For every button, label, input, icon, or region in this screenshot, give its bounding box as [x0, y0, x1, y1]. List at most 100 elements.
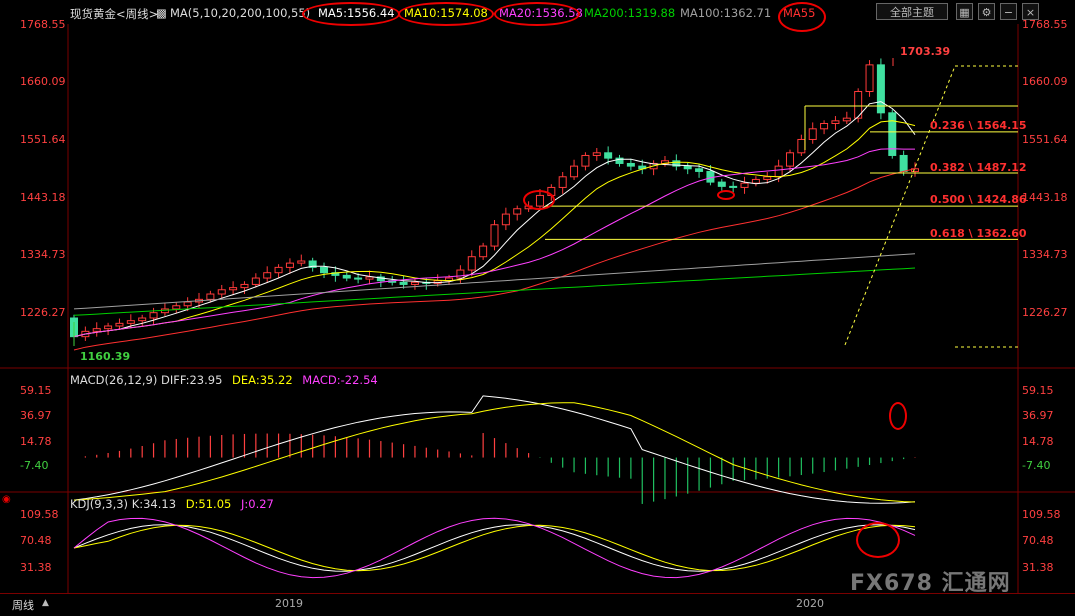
macd-legend: MACD(26,12,9) DIFF:23.95 DEA:35.22 MACD:… [70, 373, 378, 387]
candle-body [342, 274, 351, 279]
kdj-axis-left-3: 31.38 [20, 561, 52, 574]
macd-axis-left-2: 36.97 [20, 409, 52, 422]
candle-body [899, 154, 908, 172]
candlesticks [70, 58, 919, 341]
macd-axis-left-3: 14.78 [20, 435, 52, 448]
macd-axis-left-4: -7.40 [20, 459, 49, 472]
candle-body [706, 170, 715, 183]
macd-pane [73, 395, 916, 504]
candle-body [695, 168, 704, 172]
candle-body [513, 208, 522, 215]
candle-body [240, 283, 249, 289]
candle-body [365, 276, 374, 280]
candle-body [820, 122, 829, 130]
candle-body [570, 165, 579, 178]
candle-body [104, 325, 113, 330]
candle-body [558, 176, 567, 188]
candle-body [172, 305, 181, 310]
fib-0236-label: 0.236 \ 1564.15 [930, 119, 1027, 132]
candle-body [581, 154, 590, 167]
kdj-j: J:0.27 [241, 497, 274, 511]
kdj-label: KDJ(9,3,3) [70, 497, 129, 511]
marker-icon: ◉ [2, 494, 11, 505]
highlight-circle-candle [523, 190, 555, 210]
macd-axis-left-1: 59.15 [20, 384, 52, 397]
macd-diff: DIFF:23.95 [161, 373, 223, 387]
candle-body [865, 64, 874, 93]
candle-body [183, 301, 192, 307]
candle-body [126, 320, 135, 324]
high-label: 1703.39 [900, 45, 950, 58]
candle-body [683, 165, 692, 170]
candle-body [251, 277, 260, 285]
low-label: 1160.39 [80, 350, 130, 363]
x-label-2019: 2019 [275, 597, 303, 610]
candle-body [592, 152, 601, 156]
fib-0382-label: 0.382 \ 1487.12 [930, 161, 1027, 174]
candle-body [206, 293, 215, 300]
candle-body [604, 152, 613, 159]
kdj-pane [73, 517, 916, 579]
chart-svg: 1703.39 1160.39 0.236 \ 1564.15 0.382 \ … [0, 24, 1075, 593]
candle-body [320, 266, 329, 274]
highlight-circle-macd [889, 402, 907, 430]
candle-body [842, 117, 851, 122]
candle-body [115, 322, 124, 327]
candle-body [763, 176, 772, 180]
macd-label: MACD(26,12,9) [70, 373, 158, 387]
candle-body [774, 165, 783, 178]
candle-body [297, 260, 306, 264]
chart-stage: 现货黄金<周线> ▩ MA(5,10,20,200,100,55) MA5:15… [0, 0, 1075, 615]
period-label[interactable]: 周线 [12, 597, 34, 613]
highlight-circle-ma5 [302, 2, 400, 26]
kdj-legend: KDJ(9,3,3) K:34.13 D:51.05 J:0.27 [70, 497, 274, 511]
candle-body [274, 266, 283, 274]
kdj-axis-left-2: 70.48 [20, 534, 52, 547]
candle-body [785, 152, 794, 167]
ma200-line [73, 267, 916, 316]
kdj-axis-right-2: 70.48 [1022, 534, 1054, 547]
candle-body [285, 262, 294, 268]
ma100-line [73, 253, 916, 310]
candle-body [729, 185, 738, 188]
candle-body [354, 277, 363, 280]
kdj-k: K:34.13 [131, 497, 177, 511]
kdj-axis-left-1: 109.58 [20, 508, 59, 521]
highlight-circle-ma20 [494, 2, 580, 26]
candle-body [626, 162, 635, 167]
footer-bar: 周线 ▲ [0, 593, 1075, 616]
candle-body [501, 213, 510, 226]
macd-axis-right-3: 14.78 [1022, 435, 1054, 448]
macd-axis-right-2: 36.97 [1022, 409, 1054, 422]
x-label-2020: 2020 [796, 597, 824, 610]
highlight-circle-low [717, 190, 735, 200]
period-dropdown-icon[interactable]: ▲ [42, 598, 49, 608]
candle-body [229, 287, 238, 291]
candle-body [751, 178, 760, 184]
candle-body [217, 289, 226, 295]
highlight-circle-kdj [856, 522, 900, 558]
candle-body [740, 182, 749, 188]
candle-body [831, 120, 840, 124]
macd-axis-right-1: 59.15 [1022, 384, 1054, 397]
candle-body [797, 138, 806, 154]
candle-body [410, 281, 419, 285]
highlight-circle-ma55 [778, 2, 826, 32]
fib-0500-label: 0.500 \ 1424.86 [930, 193, 1027, 206]
candle-body [456, 269, 465, 279]
candle-body [717, 181, 726, 187]
macd-value: MACD:-22.54 [302, 373, 378, 387]
candle-body [263, 272, 272, 279]
candle-body [92, 328, 101, 332]
kdj-axis-right-3: 31.38 [1022, 561, 1054, 574]
candle-body [149, 312, 158, 319]
macd-axis-right-4: -7.40 [1022, 459, 1051, 472]
fib-0618-label: 0.618 \ 1362.60 [930, 227, 1027, 240]
candle-body [808, 128, 817, 140]
highlight-circle-ma10 [398, 2, 494, 26]
candle-body [467, 256, 476, 271]
candle-body [138, 317, 147, 322]
macd-dea: DEA:35.22 [232, 373, 293, 387]
kdj-d: D:51.05 [185, 497, 232, 511]
ma55-line [73, 168, 916, 351]
